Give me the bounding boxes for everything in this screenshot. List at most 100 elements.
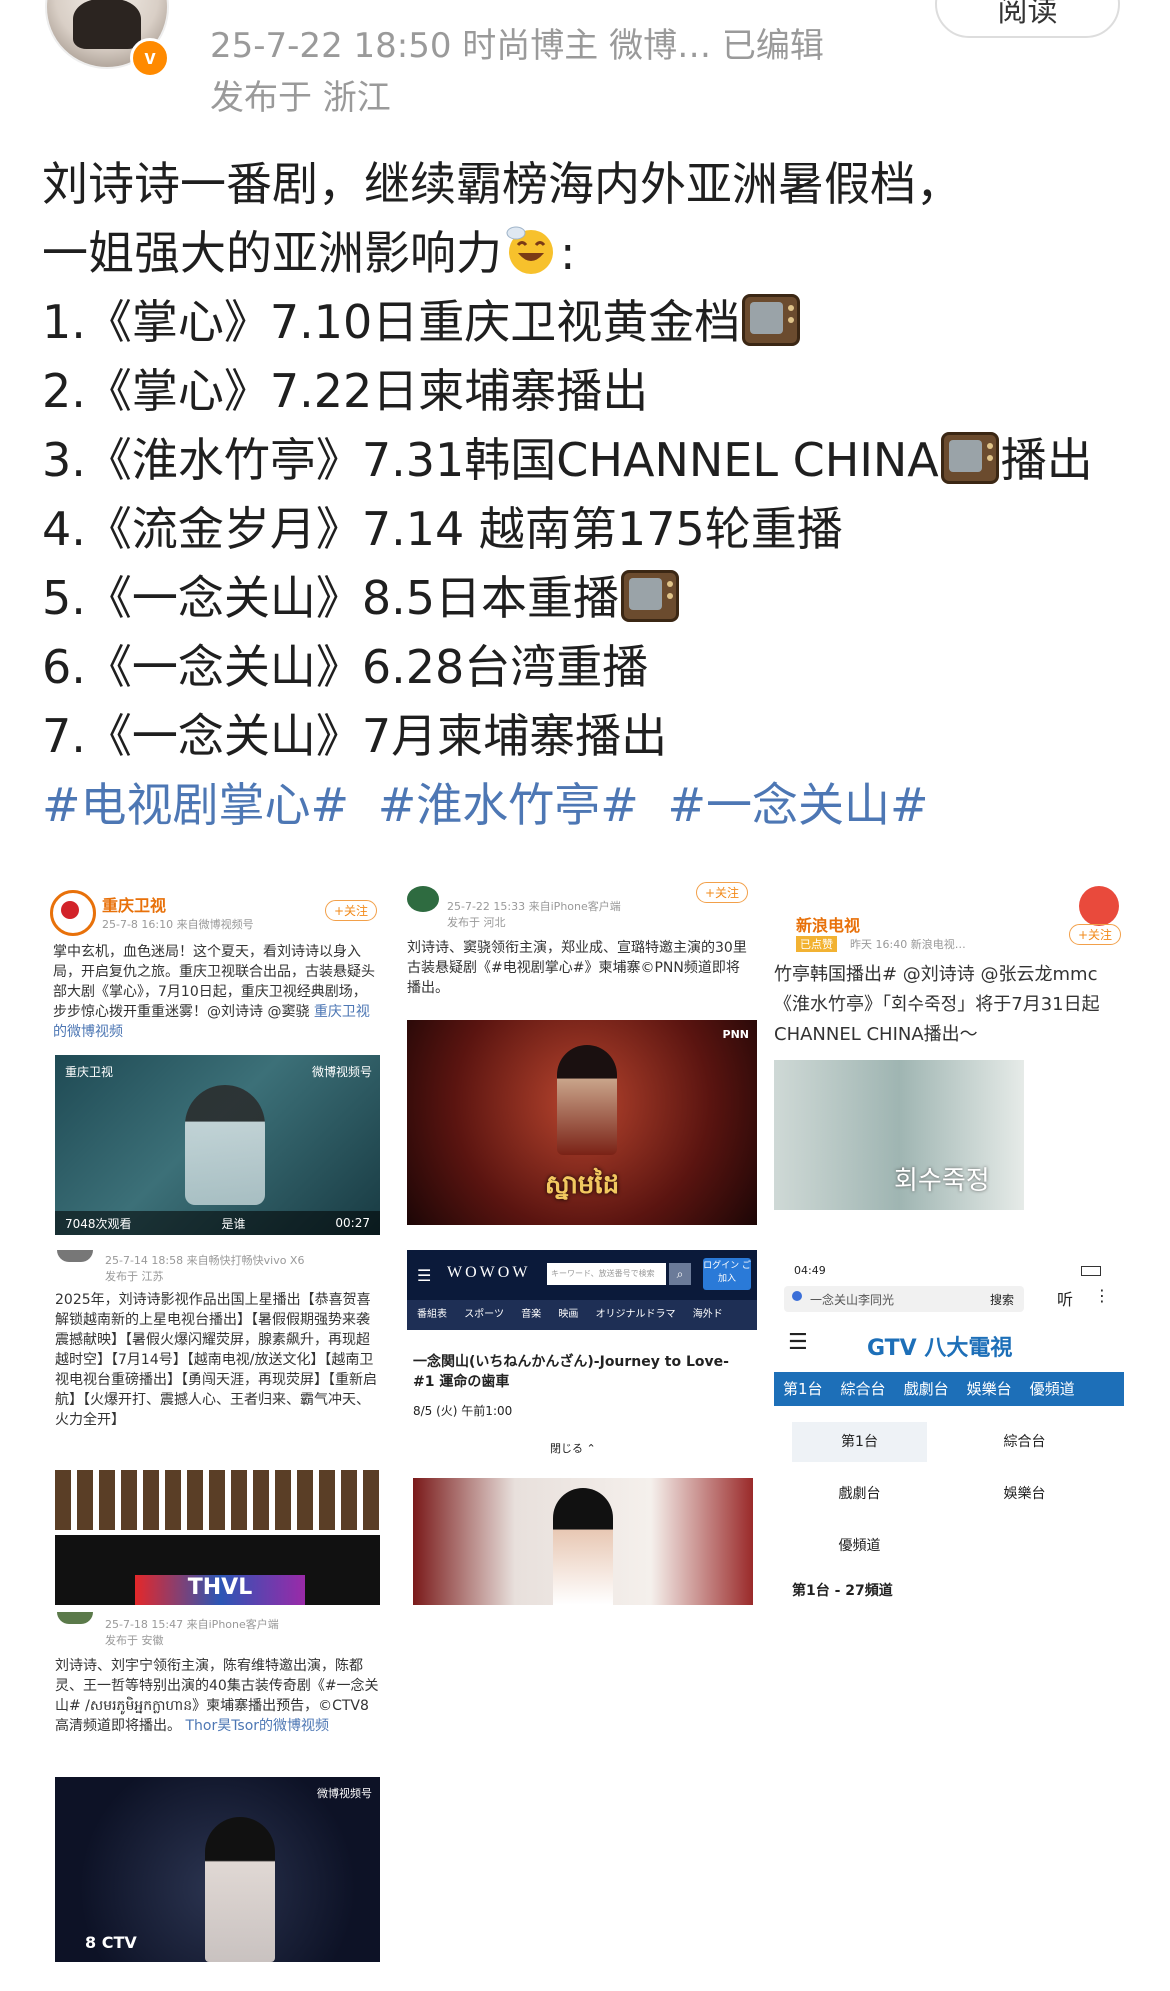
nav-item[interactable]: 海外ド — [693, 1309, 723, 1320]
post-line-5: 3.《淮水竹亭》7.31韩国CHANNEL CHINA 播出 — [42, 426, 1142, 495]
follow-button[interactable]: +关注 — [324, 900, 377, 921]
gtv-brand: GTV 八大電視 — [867, 1336, 1013, 1361]
avatar-hair — [73, 0, 141, 49]
post-line-2: 一姐强大的亚洲影响力: — [42, 219, 1142, 288]
drama-poster[interactable]: PNN ស្នាមដៃ — [407, 1020, 757, 1225]
post-line-7: 5.《一念关山》8.5日本重播 — [42, 564, 1142, 633]
nav-item[interactable]: 番組表 — [417, 1309, 447, 1320]
image-tile-2[interactable]: 25-7-22 15:33 来自iPhone客户端 发布于 河北 +关注 刘诗诗… — [405, 880, 760, 1240]
poster-logo: PNN — [722, 1028, 749, 1041]
channel-footer: 第1台 - 27頻道 — [792, 1583, 893, 1599]
nav-item[interactable]: 映画 — [558, 1309, 578, 1320]
poster-title: 회수죽정 — [894, 1166, 990, 1196]
actress-figure — [185, 1085, 265, 1205]
hashtag-link[interactable]: #淮水竹亭# — [378, 778, 639, 832]
post-line-1: 刘诗诗一番剧，继续霸榜海内外亚洲暑假档， — [42, 157, 962, 211]
airtime: 8/5 (火) 午前1:00 — [413, 1404, 513, 1418]
more-icon[interactable]: ⋮ — [1094, 1286, 1110, 1305]
account-name[interactable]: 新浪电视 — [796, 912, 860, 936]
video-thumbnail[interactable]: 微博视频号 8 CTV — [55, 1777, 380, 1962]
post-text: 掌中玄机，血色迷局！这个夏天，看刘诗诗以身入局，开启复仇之旅。重庆卫视联合出品，… — [53, 942, 378, 1042]
channel-grid-item[interactable]: 戲劇台 — [792, 1474, 927, 1514]
tv-icon — [940, 432, 999, 484]
post-line-7-text: 5.《一念关山》8.5日本重播 — [42, 571, 620, 625]
close-link[interactable]: 閉じる ⌃ — [550, 1440, 596, 1456]
nav-bar: 番組表 スポーツ 音楽 映画 オリジナルドラマ 海外ド — [407, 1300, 757, 1330]
post-meta: 25-7-22 18:50 时尚博主 微博… 已编辑 — [210, 26, 824, 66]
post-time: 25-7-22 15:33 来自iPhone客户端 — [447, 900, 621, 913]
video-thumbnail[interactable]: 重庆卫视 微博视频号 7048次观看 是谁 00:27 — [55, 1055, 380, 1235]
account-avatar — [50, 890, 96, 936]
post-text: 刘诗诗、刘宇宁领衔主演，陈宥维特邀出演，陈都灵、王一哲等特别出演的40集古装传奇… — [55, 1656, 380, 1736]
login-button[interactable]: ログイン ご加入 — [703, 1258, 751, 1290]
site-header: ☰ WOWOW キーワード、放送番号で検索 ⌕ ログイン ご加入 — [407, 1250, 757, 1300]
tab-channel[interactable]: 戲劇台 — [895, 1372, 958, 1406]
listen-button[interactable]: 听 — [1057, 1286, 1073, 1310]
post-line-2-text: 一姐强大的亚洲影响力 — [42, 226, 502, 280]
image-tile-3[interactable]: 新浪电视 +关注 已点赞 昨天 16:40 新浪电视… 竹亭韩国播出# @刘诗诗… — [772, 880, 1125, 1240]
channel-grid-item[interactable]: 優頻道 — [792, 1526, 927, 1566]
hashtag-link[interactable]: #一念关山# — [667, 778, 928, 832]
tab-channel[interactable]: 綜合台 — [832, 1372, 895, 1406]
post-line: 竹亭韩国播出# @刘诗诗 @张云龙mmc — [774, 964, 1098, 985]
post-line-6: 4.《流金岁月》7.14 越南第175轮重播 — [42, 502, 843, 556]
nav-item[interactable]: スポーツ — [464, 1309, 504, 1320]
post-time: 25-7-8 16:10 来自微博视频号 — [102, 918, 254, 931]
channel-grid-item[interactable]: 第1台 — [792, 1422, 927, 1462]
nav-item[interactable]: オリジナルドラマ — [596, 1309, 676, 1320]
post-location: 发布于 江苏 — [105, 1270, 164, 1283]
video-caption: 是谁 — [221, 1216, 246, 1231]
hashtag-row: #电视剧掌心# #淮水竹亭# #一念关山# — [42, 771, 1142, 840]
search-input[interactable]: キーワード、放送番号で検索 — [547, 1263, 666, 1285]
post-line-5-tail: 播出 — [1000, 433, 1093, 487]
tv-icon — [742, 294, 801, 346]
grinning-emoji-icon — [506, 226, 553, 274]
video-duration: 00:27 — [335, 1216, 370, 1230]
read-button[interactable]: 阅读 — [935, 0, 1120, 38]
channel-logo: 8 CTV — [85, 1933, 137, 1952]
actress-figure — [553, 1488, 613, 1605]
image-tile-6[interactable]: 04:49 一念关山李同光 搜索 听 ⋮ ☰ GTV 八大電視 第1台 綜合台 戲劇… — [772, 1250, 1125, 1605]
program-title[interactable]: 一念関山(いちねんかんざん)-Journey to Love- #1 運命の歯車 — [413, 1352, 743, 1392]
tab-channel[interactable]: 第1台 — [774, 1372, 832, 1406]
hamburger-icon[interactable]: ☰ — [788, 1330, 808, 1355]
post-location: 发布于 浙江 — [210, 78, 391, 118]
site-brand[interactable]: WOWOW — [447, 1264, 530, 1282]
post-body: 刘诗诗一番剧，继续霸榜海内外亚洲暑假档， 一姐强大的亚洲影响力: 1.《掌心》7… — [42, 150, 1142, 840]
nav-item[interactable]: 音楽 — [521, 1309, 541, 1320]
follow-button[interactable]: +关注 — [1068, 924, 1121, 945]
watermark: 微博视频号 — [317, 1787, 372, 1800]
post-time: 25-7-14 18:58 来自畅快打畅快vivo X6 — [105, 1254, 305, 1267]
tab-channel[interactable]: 娛樂台 — [958, 1372, 1021, 1406]
channel-grid-item[interactable]: 娛樂台 — [957, 1474, 1092, 1514]
account-avatar — [1079, 886, 1119, 926]
search-button[interactable]: 搜索 — [990, 1291, 1014, 1308]
drama-poster[interactable]: 회수죽정 — [774, 1060, 1024, 1210]
channel-tabs: 第1台 綜合台 戲劇台 娛樂台 優頻道 — [774, 1372, 1124, 1406]
poster-figure — [557, 1045, 617, 1155]
video-info-bar: 7048次观看 是谁 00:27 — [55, 1211, 380, 1235]
image-tile-7[interactable]: 25-7-18 15:47 来自iPhone客户端 发布于 安徽 刘诗诗、刘宇宁… — [45, 1612, 385, 1967]
battery-icon — [1081, 1266, 1101, 1276]
search-bar[interactable]: 一念关山李同光 搜索 — [784, 1286, 1024, 1312]
tab-channel[interactable]: 優頻道 — [1021, 1372, 1084, 1406]
image-tile-1[interactable]: 重庆卫视 +关注 25-7-8 16:10 来自微博视频号 掌中玄机，血色迷局！… — [45, 880, 385, 1240]
channel-grid-item[interactable]: 綜合台 — [957, 1422, 1092, 1462]
actress-figure — [205, 1817, 275, 1962]
image-tile-5[interactable]: ☰ WOWOW キーワード、放送番号で検索 ⌕ ログイン ご加入 番組表 スポー… — [405, 1250, 760, 1605]
account-name[interactable]: 重庆卫视 — [102, 892, 166, 916]
post-line-4: 2.《掌心》7.22日柬埔寨播出 — [42, 364, 649, 418]
status-time: 04:49 — [794, 1264, 826, 1277]
search-icon[interactable]: ⌕ — [669, 1263, 691, 1285]
image-tile-4[interactable]: 25-7-14 18:58 来自畅快打畅快vivo X6 发布于 江苏 2025… — [45, 1250, 385, 1605]
post-location: 发布于 河北 — [447, 916, 506, 929]
program-image[interactable] — [413, 1478, 753, 1605]
watermark: 微博视频号 — [311, 1065, 372, 1079]
post-line: CHANNEL CHINA播出～ — [774, 1024, 978, 1045]
menu-icon[interactable]: ☰ — [417, 1266, 431, 1285]
follow-button[interactable]: +关注 — [695, 882, 748, 903]
hashtag-link[interactable]: #电视剧掌心# — [42, 778, 349, 832]
account-avatar — [407, 886, 439, 912]
post-line-3: 1.《掌心》7.10日重庆卫视黄金档 — [42, 288, 1142, 357]
video-link[interactable]: Thor昊Tsor的微博视频 — [185, 1718, 329, 1734]
